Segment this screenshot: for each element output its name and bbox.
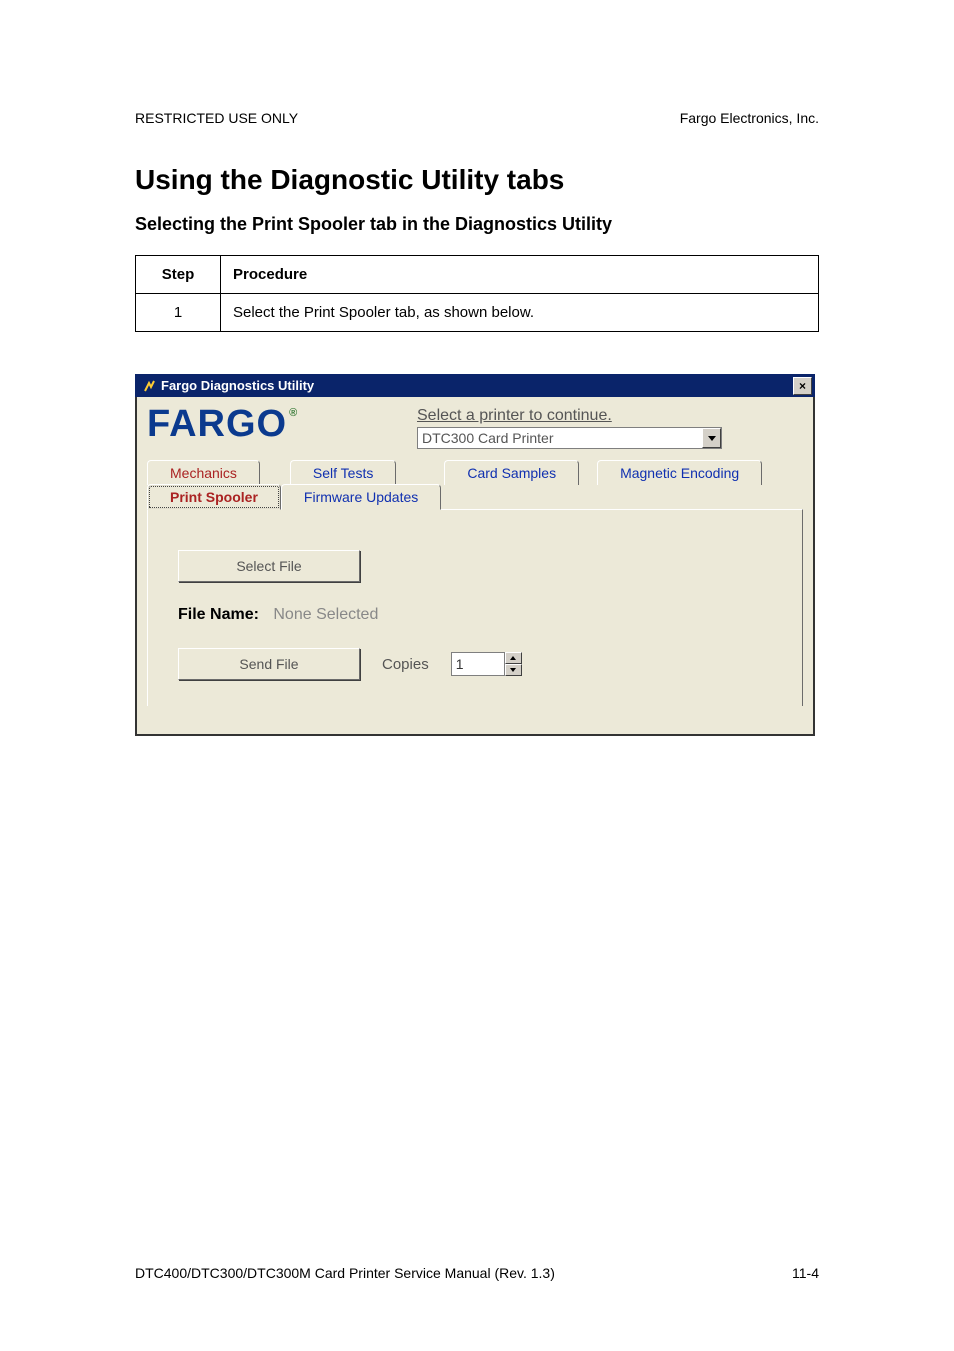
tab-mechanics[interactable]: Mechanics xyxy=(147,460,260,485)
table-head-step: Step xyxy=(136,256,221,294)
copies-increment-button[interactable] xyxy=(505,652,522,664)
diagnostics-window: Fargo Diagnostics Utility × FARGO® Selec… xyxy=(135,374,815,736)
chevron-up-icon xyxy=(510,656,516,660)
table-cell-procedure: Select the Print Spooler tab, as shown b… xyxy=(221,294,819,332)
copies-input[interactable] xyxy=(451,652,505,676)
close-button[interactable]: × xyxy=(793,377,812,395)
section-title: Using the Diagnostic Utility tabs xyxy=(135,164,819,196)
fargo-logo: FARGO® xyxy=(147,405,296,443)
logo-registered-mark: ® xyxy=(289,407,298,419)
app-icon xyxy=(141,378,157,394)
tab-print-spooler[interactable]: Print Spooler xyxy=(147,484,281,510)
send-file-button[interactable]: Send File xyxy=(178,648,360,680)
header-left: RESTRICTED USE ONLY xyxy=(135,110,298,126)
file-name-value: None Selected xyxy=(273,606,378,623)
header-right: Fargo Electronics, Inc. xyxy=(680,110,819,126)
chevron-down-icon xyxy=(510,668,516,672)
close-icon: × xyxy=(799,379,806,393)
table-head-procedure: Procedure xyxy=(221,256,819,294)
footer-right: 11-4 xyxy=(792,1265,819,1281)
tab-pane-print-spooler: Select File File Name: None Selected Sen… xyxy=(147,509,803,706)
window-titlebar[interactable]: Fargo Diagnostics Utility × xyxy=(135,374,815,397)
table-cell-step: 1 xyxy=(136,294,221,332)
file-name-label: File Name: xyxy=(178,606,259,623)
dropdown-button[interactable] xyxy=(702,428,721,448)
copies-label: Copies xyxy=(382,656,429,673)
window-title: Fargo Diagnostics Utility xyxy=(161,378,314,393)
subsection-title: Selecting the Print Spooler tab in the D… xyxy=(135,214,819,235)
tab-card-samples[interactable]: Card Samples xyxy=(444,460,579,485)
procedure-table: Step Procedure 1 Select the Print Spoole… xyxy=(135,255,819,332)
tab-self-tests[interactable]: Self Tests xyxy=(290,460,396,485)
select-file-button[interactable]: Select File xyxy=(178,550,360,582)
footer-left: DTC400/DTC300/DTC300M Card Printer Servi… xyxy=(135,1265,555,1281)
copies-decrement-button[interactable] xyxy=(505,664,522,676)
printer-dropdown[interactable]: DTC300 Card Printer xyxy=(417,427,722,449)
printer-dropdown-value: DTC300 Card Printer xyxy=(418,430,554,446)
table-row: 1 Select the Print Spooler tab, as shown… xyxy=(136,294,819,332)
chevron-down-icon xyxy=(708,436,716,441)
select-printer-label: Select a printer to continue. xyxy=(417,407,803,425)
tab-magnetic-encoding[interactable]: Magnetic Encoding xyxy=(597,460,762,485)
tab-strip: Mechanics Self Tests Card Samples Magnet… xyxy=(147,459,803,706)
tab-firmware-updates[interactable]: Firmware Updates xyxy=(281,484,441,510)
copies-spinner[interactable] xyxy=(451,652,522,676)
logo-text: FARGO xyxy=(147,403,287,445)
